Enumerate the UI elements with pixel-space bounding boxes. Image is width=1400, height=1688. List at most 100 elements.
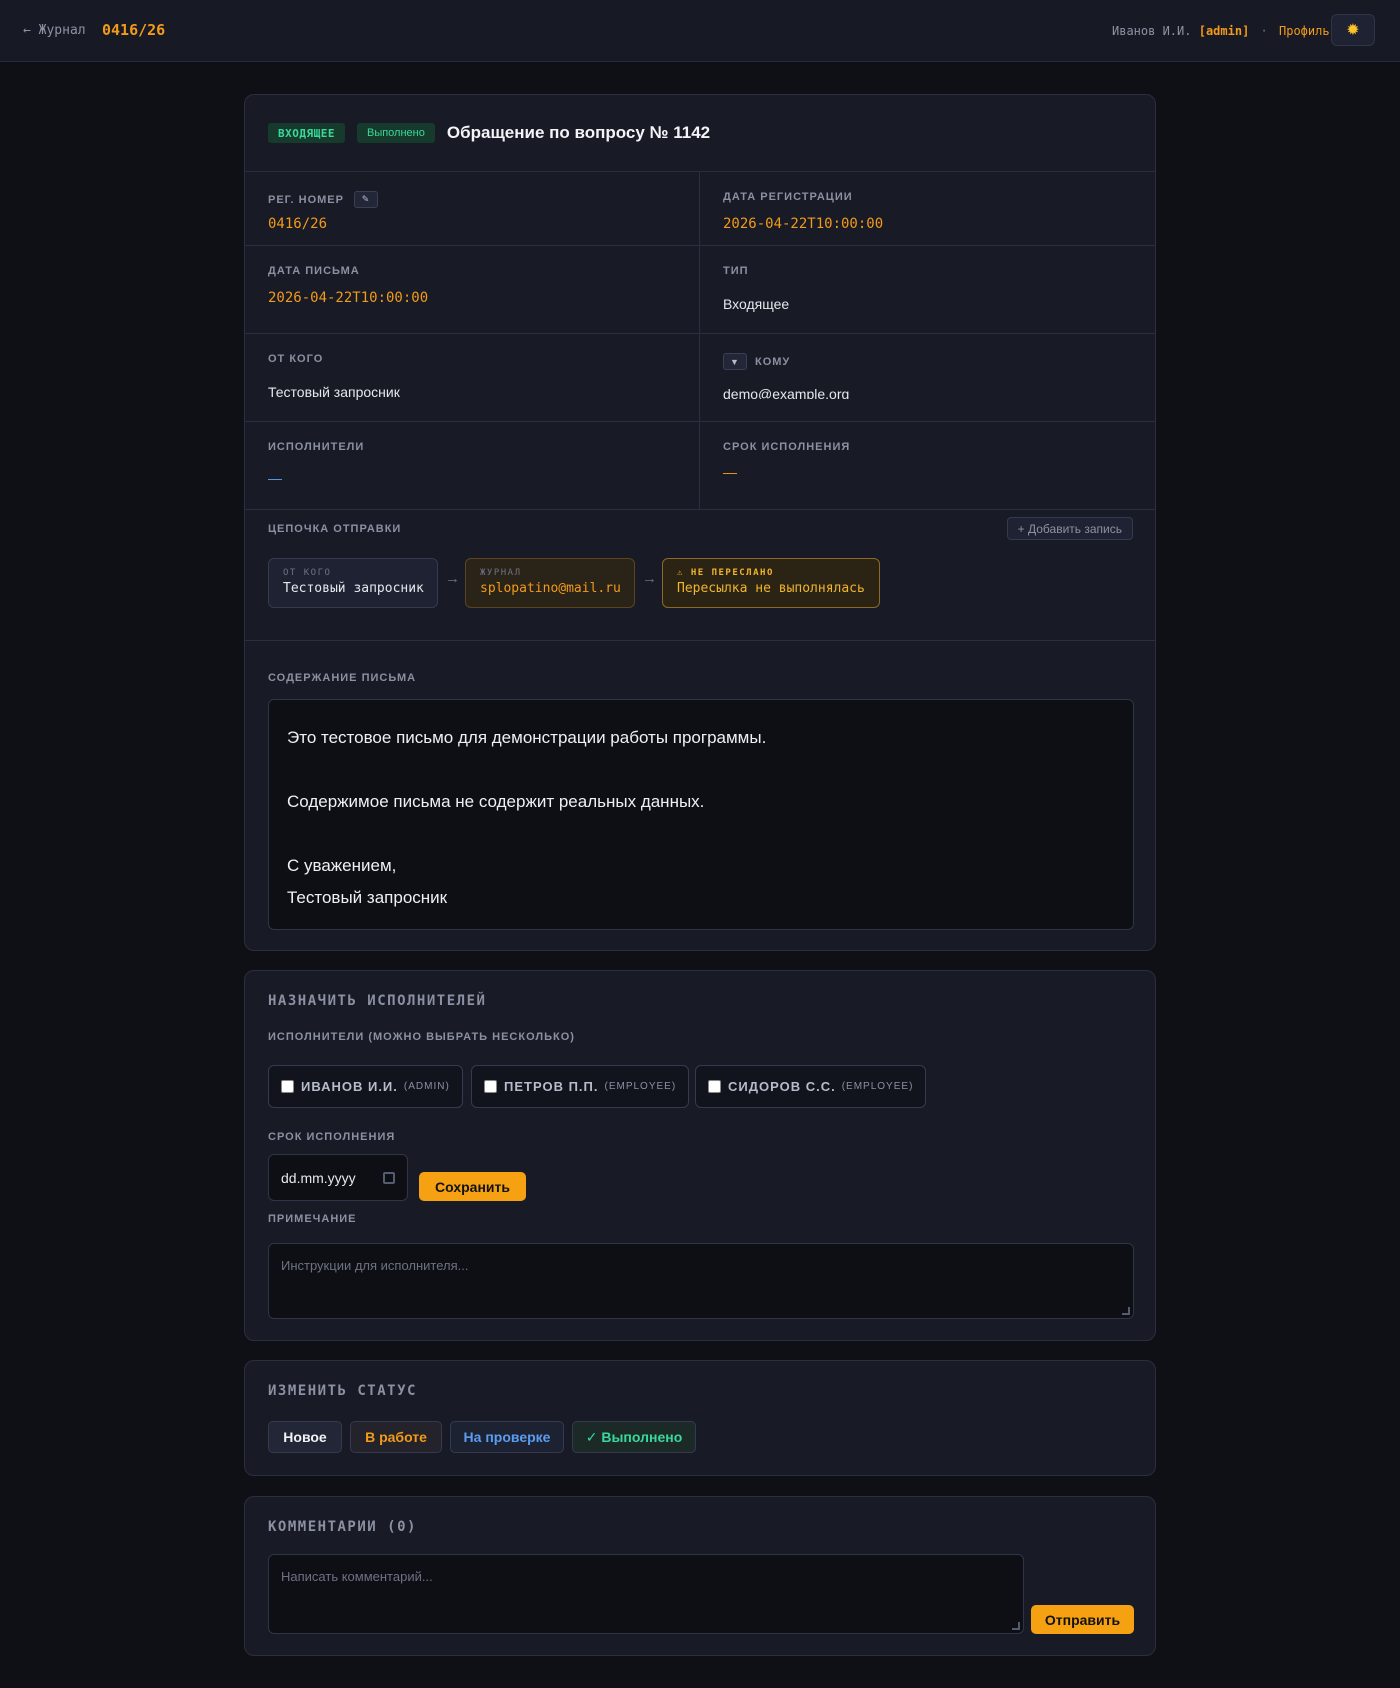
resize-handle-icon[interactable]	[1012, 1622, 1020, 1630]
from-label: От кого	[268, 353, 324, 365]
chain-node-label: ЖУРНАЛ	[480, 568, 522, 578]
assign-title: НАЗНАЧИТЬ ИСПОЛНИТЕЛЕЙ	[268, 993, 487, 1009]
chain-node-label: ⚠ НЕ ПЕРЕСЛАНО	[677, 568, 774, 578]
status-review-button[interactable]: На проверке	[450, 1421, 564, 1453]
checkbox[interactable]	[484, 1080, 497, 1093]
comment-placeholder: Написать комментарий...	[281, 1569, 433, 1584]
status-in-work-button[interactable]: В работе	[350, 1421, 442, 1453]
assign-executors-card: НАЗНАЧИТЬ ИСПОЛНИТЕЛЕЙ Исполнители (можн…	[244, 970, 1156, 1341]
reg-number-value: 0416/26	[268, 216, 328, 232]
note-label: Примечание	[268, 1213, 357, 1225]
chain-node-not-forwarded: ⚠ НЕ ПЕРЕСЛАНО Пересылка не выполнялась	[662, 558, 880, 608]
assign-deadline-label: Срок исполнения	[268, 1131, 396, 1143]
save-button[interactable]: Сохранить	[419, 1172, 526, 1201]
deadline-value: —	[723, 464, 737, 480]
to-label: Кому	[755, 355, 791, 368]
user-role: [admin]	[1198, 24, 1250, 38]
checkbox[interactable]	[281, 1080, 294, 1093]
to-value: demo@example.org	[723, 386, 850, 399]
field-deadline: Срок исполнения —	[700, 422, 1155, 510]
status-done-button[interactable]: ✓ Выполнено	[572, 1421, 696, 1453]
reg-number-label: Рег. номер	[268, 193, 344, 206]
document-title: Обращение по вопросу № 1142	[446, 123, 711, 142]
reg-date-value: 2026-04-22T10:00:00	[723, 216, 884, 232]
note-textarea[interactable]: Инструкции для исполнителя...	[268, 1243, 1134, 1319]
from-value: Тестовый запросник	[268, 384, 400, 400]
chain-node-value: Тестовый запросник	[283, 581, 424, 596]
expand-recipients-button[interactable]: ▼	[723, 353, 747, 370]
content-label: Содержание письма	[268, 672, 417, 684]
executor-role: (EMPLOYEE)	[841, 1081, 914, 1092]
executor-role: (ADMIN)	[403, 1081, 450, 1092]
document-card: ВХОДЯЩЕЕ Выполнено Обращение по вопросу …	[244, 94, 1156, 951]
letter-line	[287, 754, 1115, 786]
executor-name: ПЕТРОВ П.П.	[504, 1079, 599, 1094]
letter-date-value: 2026-04-22T10:00:00	[268, 290, 429, 306]
header-reg-number: 0416/26	[102, 21, 166, 39]
sun-icon: ✹	[1346, 22, 1360, 39]
note-placeholder: Инструкции для исполнителя...	[281, 1258, 469, 1273]
field-to: ▼ Кому demo@example.org	[700, 334, 1155, 422]
checkbox[interactable]	[708, 1080, 721, 1093]
chain-node-label: ОТ КОГО	[283, 568, 332, 578]
executors-select-label: Исполнители (можно выбрать несколько)	[268, 1031, 575, 1043]
field-from: От кого Тестовый запросник	[245, 334, 700, 422]
send-chain: Цепочка отправки + Добавить запись ОТ КО…	[245, 510, 1155, 641]
deadline-label: Срок исполнения	[723, 441, 851, 453]
type-label: Тип	[723, 265, 749, 277]
comment-textarea[interactable]: Написать комментарий...	[268, 1554, 1024, 1634]
theme-toggle-button[interactable]: ✹	[1331, 14, 1375, 46]
letter-line	[287, 818, 1115, 850]
field-reg-number: Рег. номер ✎ 0416/26	[245, 172, 700, 246]
letter-content-section: Содержание письма Это тестовое письмо дл…	[245, 641, 1155, 950]
deadline-date-input[interactable]: dd.mm.yyyy	[268, 1154, 408, 1201]
letter-date-label: Дата письма	[268, 265, 360, 277]
letter-line: Содержимое письма не содержит реальных д…	[287, 792, 705, 811]
type-value: Входящее	[723, 296, 790, 312]
edit-reg-number-button[interactable]: ✎	[353, 191, 378, 208]
letter-body: Это тестовое письмо для демонстрации раб…	[268, 699, 1134, 930]
executor-checkbox-sidorov[interactable]: СИДОРОВ С.С. (EMPLOYEE)	[695, 1065, 927, 1108]
field-type: Тип Входящее	[700, 246, 1155, 334]
date-placeholder: dd.mm.yyyy	[281, 1169, 356, 1186]
executors-value: —	[268, 470, 282, 486]
executor-name: СИДОРОВ С.С.	[728, 1079, 836, 1094]
status-new-button[interactable]: Новое	[268, 1421, 342, 1453]
executor-name: ИВАНОВ И.И.	[301, 1079, 398, 1094]
field-letter-date: Дата письма 2026-04-22T10:00:00	[245, 246, 700, 334]
status-title: ИЗМЕНИТЬ СТАТУС	[268, 1383, 417, 1399]
status-badge: Выполнено	[356, 123, 435, 143]
letter-line: С уважением,	[287, 856, 397, 875]
field-executors: Исполнители —	[245, 422, 700, 510]
executors-label: Исполнители	[268, 441, 365, 453]
field-reg-date: Дата регистрации 2026-04-22T10:00:00	[700, 172, 1155, 246]
reg-date-label: Дата регистрации	[723, 191, 853, 203]
user-name: Иванов И.И.	[1112, 24, 1192, 38]
user-info: Иванов И.И. [admin] · Профиль	[1112, 24, 1330, 38]
chain-label: Цепочка отправки	[268, 523, 402, 535]
arrow-right-icon: →	[445, 570, 460, 587]
chain-node-from: ОТ КОГО Тестовый запросник	[268, 558, 438, 608]
calendar-icon[interactable]	[383, 1171, 395, 1184]
document-header: ВХОДЯЩЕЕ Выполнено Обращение по вопросу …	[245, 95, 1155, 172]
top-bar: ← Журнал 0416/26 Иванов И.И. [admin] · П…	[0, 0, 1400, 62]
document-fields: Рег. номер ✎ 0416/26 Дата регистрации 20…	[245, 172, 1155, 510]
executor-role: (EMPLOYEE)	[604, 1081, 677, 1092]
separator: ·	[1260, 24, 1268, 38]
comments-title: КОММЕНТАРИИ (0)	[268, 1519, 417, 1535]
executor-checkbox-petrov[interactable]: ПЕТРОВ П.П. (EMPLOYEE)	[471, 1065, 690, 1108]
chain-node-journal: ЖУРНАЛ splopatino@mail.ru	[465, 558, 635, 608]
resize-handle-icon[interactable]	[1122, 1307, 1130, 1315]
back-to-journal-link[interactable]: ← Журнал	[23, 23, 86, 38]
chain-node-value: splopatino@mail.ru	[480, 581, 621, 596]
arrow-right-icon: →	[642, 570, 657, 587]
type-badge: ВХОДЯЩЕЕ	[268, 123, 345, 143]
profile-link[interactable]: Профиль	[1279, 24, 1330, 38]
letter-line: Тестовый запросник	[287, 888, 448, 907]
executor-checkbox-ivanov[interactable]: ИВАНОВ И.И. (ADMIN)	[268, 1065, 463, 1108]
add-chain-record-button[interactable]: + Добавить запись	[1006, 517, 1133, 540]
letter-line: Это тестовое письмо для демонстрации раб…	[287, 728, 767, 747]
pencil-icon: ✎	[361, 194, 371, 204]
send-comment-button[interactable]: Отправить	[1031, 1605, 1134, 1634]
comments-card: КОММЕНТАРИИ (0) Написать комментарий... …	[244, 1496, 1156, 1656]
